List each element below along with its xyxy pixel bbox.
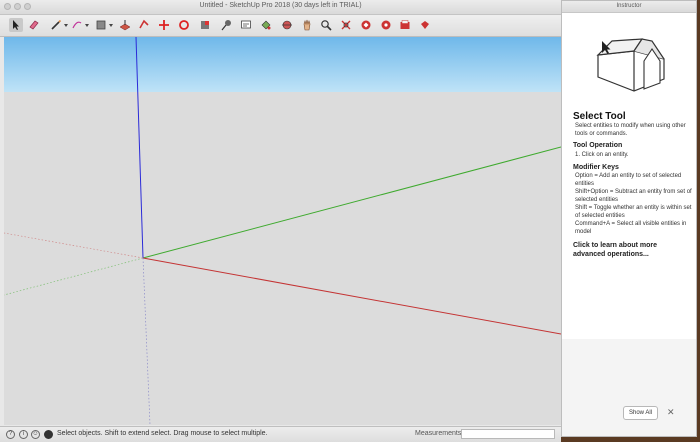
ruby-extension-icon[interactable]: [418, 18, 432, 32]
3d-warehouse-icon[interactable]: [359, 18, 373, 32]
tape-measure-icon[interactable]: [219, 18, 233, 32]
measurements-input[interactable]: [461, 429, 555, 439]
instructor-title: Instructor: [562, 1, 696, 13]
learn-more-link[interactable]: Click to learn about more advanced opera…: [573, 241, 683, 259]
modifier-key-line: Shift+Option = Subtract an entity from s…: [575, 189, 692, 203]
follow-me-icon[interactable]: [137, 18, 151, 32]
modifier-keys-title: Modifier Keys: [573, 164, 619, 171]
tool-operation-title: Tool Operation: [573, 142, 623, 149]
user-icon[interactable]: ☺: [31, 430, 40, 439]
pencil-line-icon[interactable]: [49, 18, 63, 32]
toolbar: [0, 15, 561, 37]
sky: [4, 37, 561, 92]
instructor-heading: Select Tool: [573, 111, 626, 122]
credits-icon[interactable]: i: [19, 430, 28, 439]
status-text: Select objects. Shift to extend select. …: [57, 430, 268, 437]
layout-icon[interactable]: [398, 18, 412, 32]
push-pull-icon[interactable]: [118, 18, 132, 32]
status-bar: ? i ☺ Select objects. Shift to extend se…: [0, 426, 561, 442]
orbit-icon[interactable]: [280, 18, 294, 32]
arc-icon[interactable]: [70, 18, 84, 32]
instructor-content: Select Tool Select entities to modify wh…: [562, 13, 696, 339]
ground: [4, 92, 561, 425]
measurements-label: Measurements: [415, 430, 462, 437]
show-all-button[interactable]: Show All: [623, 406, 658, 420]
modifier-key-line: Command+A = Select all visible entities …: [575, 221, 687, 235]
modifier-key-line: Option = Add an entity to set of selecte…: [575, 173, 682, 187]
text-label-icon[interactable]: [239, 18, 253, 32]
select-arrow-icon[interactable]: [9, 18, 23, 32]
close-icon[interactable]: ✕: [667, 407, 675, 418]
extension-warehouse-icon[interactable]: [379, 18, 393, 32]
eraser-icon[interactable]: [27, 18, 41, 32]
rectangle-shape-icon[interactable]: [94, 18, 108, 32]
move-icon[interactable]: [157, 18, 171, 32]
arc-dropdown-arrow[interactable]: [85, 24, 89, 27]
title-bar: Untitled - SketchUp Pro 2018 (30 days le…: [0, 0, 561, 15]
zoom-extents-icon[interactable]: [339, 18, 353, 32]
zoom-icon[interactable]: [319, 18, 333, 32]
pan-icon[interactable]: [300, 18, 314, 32]
model-canvas: [4, 37, 561, 425]
paint-bucket-icon[interactable]: [259, 18, 273, 32]
pencil-dropdown-arrow[interactable]: [64, 24, 68, 27]
geo-location-icon[interactable]: ?: [6, 430, 15, 439]
window-title: Untitled - SketchUp Pro 2018 (30 days le…: [199, 2, 362, 9]
drawing-viewport[interactable]: [4, 37, 561, 425]
instructor-panel: Instructor Select Tool Select entities t…: [561, 0, 697, 437]
shape-dropdown-arrow[interactable]: [109, 24, 113, 27]
house-illustration: [596, 38, 665, 92]
main-window: Untitled - SketchUp Pro 2018 (30 days le…: [0, 0, 561, 442]
instructor-footer: Show All ✕: [562, 339, 696, 436]
rotate-icon[interactable]: [177, 18, 191, 32]
scale-icon[interactable]: [198, 18, 212, 32]
modifier-key-line: Shift = Toggle whether an entity is with…: [575, 205, 692, 219]
tool-operation-text: 1. Click on an entity.: [575, 152, 629, 158]
instructor-description: Select entities to modify when using oth…: [575, 123, 686, 137]
layer-icon[interactable]: [44, 430, 53, 439]
